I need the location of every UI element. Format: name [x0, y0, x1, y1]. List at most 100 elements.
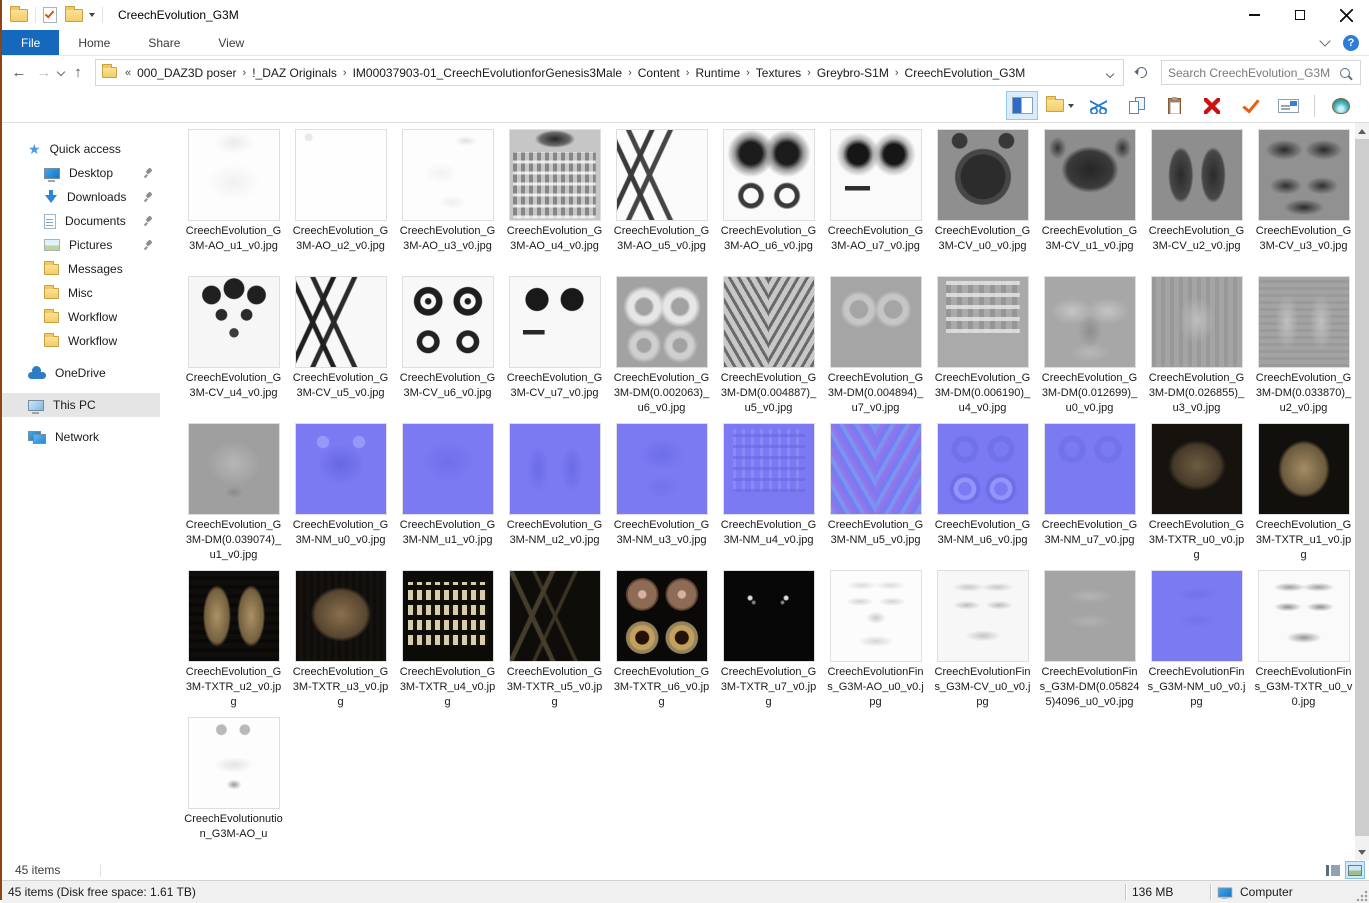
file-item[interactable]: CreechEvolution_G3M-DM(0.004894)_u7_v0.j… — [822, 277, 929, 424]
file-item[interactable]: CreechEvolution_G3M-NM_u5_v0.jpg — [822, 424, 929, 571]
file-item[interactable]: CreechEvolution_G3M-TXTR_u7_v0.jpg — [715, 571, 822, 718]
file-item[interactable]: CreechEvolution_G3M-NM_u1_v0.jpg — [394, 424, 501, 571]
file-item[interactable]: CreechEvolution_G3M-CV_u3_v0.jpg — [1250, 130, 1357, 277]
file-item[interactable]: CreechEvolution_G3M-AO_u4_v0.jpg — [501, 130, 608, 277]
recent-locations-dropdown-icon[interactable] — [56, 67, 66, 76]
file-item[interactable]: CreechEvolution_G3M-DM(0.004887)_u5_v0.j… — [715, 277, 822, 424]
breadcrumb-segment[interactable]: Textures — [751, 66, 806, 80]
file-item[interactable]: CreechEvolutionFins_G3M-NM_u0_v0.jpg — [1143, 571, 1250, 718]
paste-button[interactable] — [1158, 91, 1190, 120]
sidebar-item-pictures[interactable]: Pictures — [2, 233, 160, 257]
file-item[interactable]: CreechEvolution_G3M-TXTR_u0_v0.jpg — [1143, 424, 1250, 571]
file-item[interactable]: CreechEvolution_G3M-TXTR_u1_v0.jpg — [1250, 424, 1357, 571]
help-icon[interactable] — [1343, 34, 1359, 51]
resize-grip[interactable] — [1356, 890, 1368, 902]
up-button[interactable]: ↑ — [67, 61, 89, 85]
scroll-down-button[interactable] — [1355, 844, 1369, 860]
file-item[interactable]: CreechEvolution_G3M-NM_u7_v0.jpg — [1036, 424, 1143, 571]
file-item[interactable]: CreechEvolutionFins_G3M-DM(0.058245)4096… — [1036, 571, 1143, 718]
file-item[interactable]: CreechEvolution_G3M-CV_u0_v0.jpg — [929, 130, 1036, 277]
forward-button[interactable]: → — [33, 61, 55, 85]
tab-view[interactable]: View — [199, 30, 263, 55]
tab-share[interactable]: Share — [129, 30, 199, 55]
file-item[interactable]: CreechEvolution_G3M-NM_u0_v0.jpg — [287, 424, 394, 571]
file-item[interactable]: CreechEvolution_G3M-AO_u7_v0.jpg — [822, 130, 929, 277]
file-item[interactable]: CreechEvolution_G3M-TXTR_u2_v0.jpg — [180, 571, 287, 718]
file-item[interactable]: CreechEvolution_G3M-AO_u3_v0.jpg — [394, 130, 501, 277]
file-item[interactable]: CreechEvolution_G3M-TXTR_u5_v0.jpg — [501, 571, 608, 718]
tab-home[interactable]: Home — [59, 30, 129, 55]
file-item[interactable]: CreechEvolutionFins_G3M-TXTR_u0_v0.jpg — [1250, 571, 1357, 718]
breadcrumb-segment[interactable]: IM00037903-01_CreechEvolutionforGenesis3… — [348, 66, 628, 80]
rename-button[interactable] — [1272, 91, 1304, 120]
file-item[interactable]: CreechEvolution_G3M-NM_u4_v0.jpg — [715, 424, 822, 571]
sidebar-item-documents[interactable]: Documents — [2, 209, 160, 233]
minimize-button[interactable] — [1231, 0, 1277, 30]
confirm-button[interactable] — [1234, 91, 1266, 120]
copy-button[interactable] — [1120, 91, 1152, 120]
file-item[interactable]: CreechEvolution_G3M-DM(0.033870)_u2_v0.j… — [1250, 277, 1357, 424]
preview-pane-button[interactable] — [1006, 91, 1038, 120]
sidebar-item-misc[interactable]: Misc — [2, 281, 160, 305]
close-button[interactable] — [1323, 0, 1369, 30]
breadcrumb-segment[interactable]: 000_DAZ3D poser — [132, 66, 241, 80]
file-item[interactable]: CreechEvolution_G3M-CV_u6_v0.jpg — [394, 277, 501, 424]
refresh-button[interactable] — [1130, 61, 1152, 85]
vertical-scrollbar[interactable] — [1355, 123, 1369, 860]
file-item[interactable]: CreechEvolution_G3M-CV_u7_v0.jpg — [501, 277, 608, 424]
file-item[interactable]: CreechEvolution_G3M-NM_u6_v0.jpg — [929, 424, 1036, 571]
sidebar-item-downloads[interactable]: Downloads — [2, 185, 160, 209]
file-item[interactable]: CreechEvolution_G3M-DM(0.039074)_u1_v0.j… — [180, 424, 287, 571]
properties-qat-icon[interactable] — [43, 7, 57, 23]
file-item[interactable]: CreechEvolution_G3M-AO_u1_v0.jpg — [180, 130, 287, 277]
breadcrumb-segment[interactable]: Runtime — [690, 66, 745, 80]
delete-button[interactable] — [1196, 91, 1228, 120]
qat-customize-dropdown-icon[interactable] — [89, 13, 95, 17]
file-item[interactable]: CreechEvolution_G3M-AO_u6_v0.jpg — [715, 130, 822, 277]
sidebar-item-messages[interactable]: Messages — [2, 257, 160, 281]
file-item[interactable]: CreechEvolution_G3M-TXTR_u3_v0.jpg — [287, 571, 394, 718]
sidebar-item-this-pc[interactable]: This PC — [2, 393, 160, 417]
file-item[interactable]: CreechEvolutionFins_G3M-CV_u0_v0.jpg — [929, 571, 1036, 718]
details-view-button[interactable] — [1323, 861, 1343, 879]
file-item[interactable]: CreechEvolution_G3M-NM_u3_v0.jpg — [608, 424, 715, 571]
sidebar-item-network[interactable]: Network — [2, 425, 160, 449]
breadcrumb-segment[interactable]: Greybro-S1M — [812, 66, 894, 80]
new-folder-button[interactable] — [1044, 91, 1076, 120]
file-item[interactable]: CreechEvolution_G3M-CV_u2_v0.jpg — [1143, 130, 1250, 277]
tab-file[interactable]: File — [2, 30, 60, 55]
file-item[interactable]: CreechEvolution_G3M-AO_u5_v0.jpg — [608, 130, 715, 277]
sidebar-item-quick-access[interactable]: ★ Quick access — [2, 137, 160, 161]
address-dropdown-icon[interactable] — [1105, 69, 1115, 78]
file-item[interactable]: CreechEvolution_G3M-DM(0.012699)_u0_v0.j… — [1036, 277, 1143, 424]
thumbnail-view-button[interactable] — [1345, 861, 1365, 879]
sidebar-item-onedrive[interactable]: OneDrive — [2, 361, 160, 385]
sidebar-item-workflow[interactable]: Workflow — [2, 329, 160, 353]
new-folder-qat-icon[interactable] — [65, 5, 83, 22]
search-input[interactable] — [1162, 65, 1340, 80]
file-item[interactable]: CreechEvolutionution_G3M-AO_u — [180, 718, 287, 860]
file-item[interactable]: CreechEvolution_G3M-NM_u2_v0.jpg — [501, 424, 608, 571]
breadcrumb-segment[interactable]: Content — [633, 66, 685, 80]
file-item[interactable]: CreechEvolutionFins_G3M-AO_u0_v0.jpg — [822, 571, 929, 718]
address-bar[interactable]: «000_DAZ3D poser › !_DAZ Originals › IM00037… — [95, 59, 1124, 86]
scrollbar-thumb[interactable] — [1355, 139, 1369, 836]
sidebar-item-workflow[interactable]: Workflow — [2, 305, 160, 329]
maximize-button[interactable] — [1277, 0, 1323, 30]
file-item[interactable]: CreechEvolution_G3M-DM(0.006190)_u4_v0.j… — [929, 277, 1036, 424]
file-item[interactable]: CreechEvolution_G3M-CV_u1_v0.jpg — [1036, 130, 1143, 277]
breadcrumb-segment[interactable]: !_DAZ Originals — [247, 66, 342, 80]
file-item[interactable]: CreechEvolution_G3M-CV_u5_v0.jpg — [287, 277, 394, 424]
file-item[interactable]: CreechEvolution_G3M-TXTR_u4_v0.jpg — [394, 571, 501, 718]
file-item[interactable]: CreechEvolution_G3M-AO_u2_v0.jpg — [287, 130, 394, 277]
file-item[interactable]: CreechEvolution_G3M-DM(0.026855)_u3_v0.j… — [1143, 277, 1250, 424]
scroll-up-button[interactable] — [1355, 123, 1369, 139]
file-item[interactable]: CreechEvolution_G3M-TXTR_u6_v0.jpg — [608, 571, 715, 718]
back-button[interactable]: ← — [8, 61, 30, 85]
file-item[interactable]: CreechEvolution_G3M-DM(0.002063)_u6_v0.j… — [608, 277, 715, 424]
breadcrumb-segment[interactable]: CreechEvolution_G3M — [900, 66, 1031, 80]
sidebar-item-desktop[interactable]: Desktop — [2, 161, 160, 185]
shell-button[interactable] — [1325, 91, 1357, 120]
cut-button[interactable] — [1082, 91, 1114, 120]
breadcrumb-overflow-icon[interactable]: « — [124, 67, 132, 79]
